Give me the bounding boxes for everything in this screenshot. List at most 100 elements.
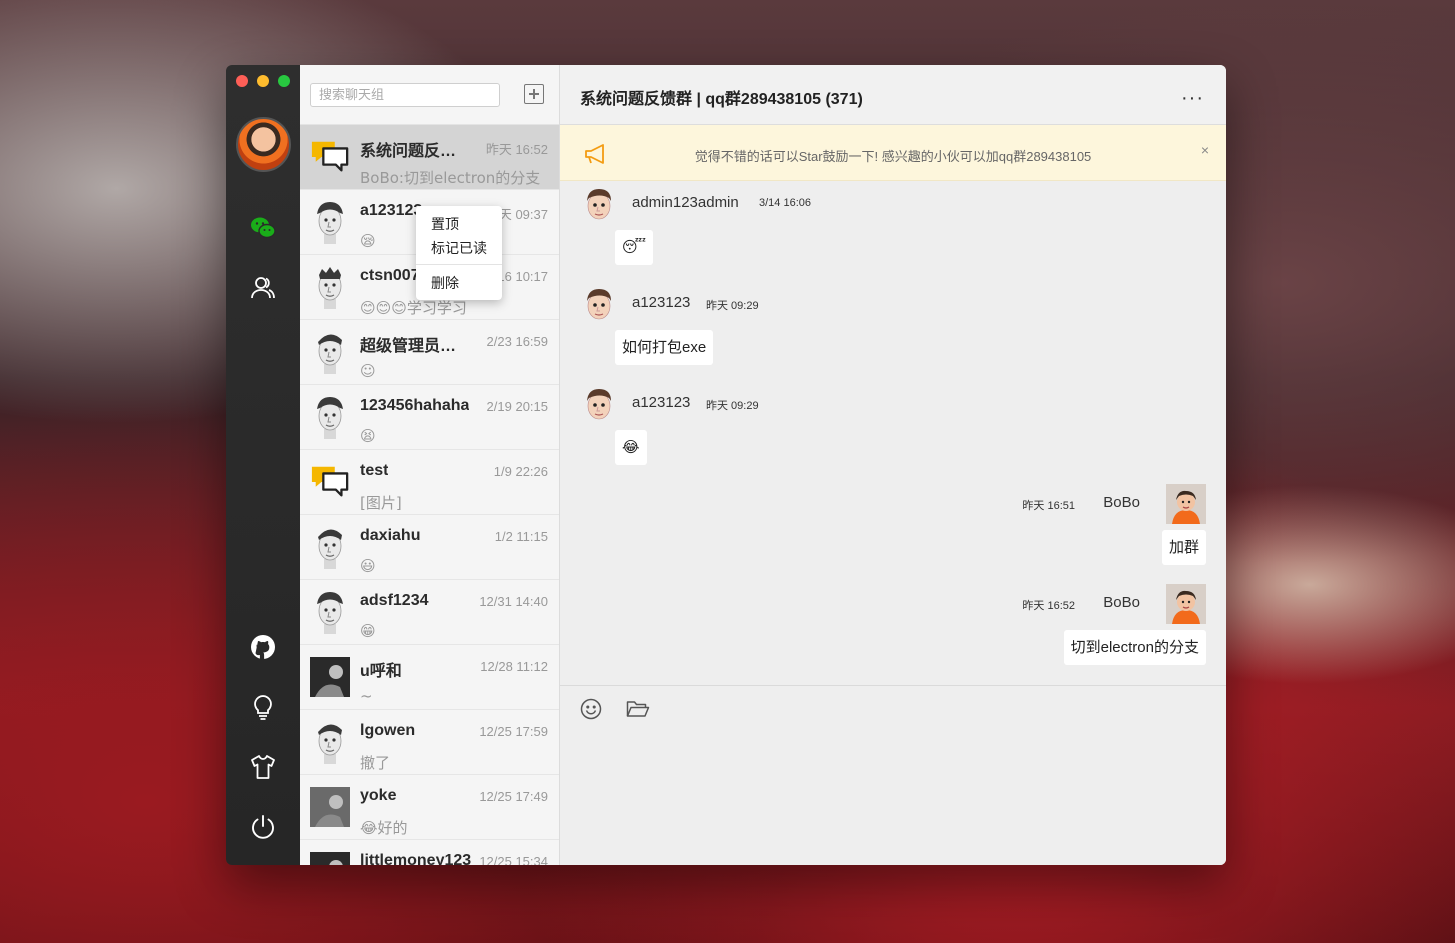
bulb-icon[interactable] — [248, 692, 278, 722]
input-area[interactable] — [560, 685, 1226, 865]
conversation-time: 1/9 22:26 — [493, 464, 548, 479]
more-options-icon[interactable]: ··· — [1181, 87, 1204, 110]
conversation-preview: 😊😊😊学习学习 — [360, 299, 467, 317]
avatar — [310, 263, 350, 311]
message-time: 昨天 09:29 — [706, 300, 759, 312]
chat-panel: 系统问题反馈群 | qq群289438105 (371) ··· 觉得不错的话可… — [560, 65, 1226, 865]
message-sender: BoBo — [1103, 594, 1140, 611]
list-item[interactable]: 系统问题反馈群 | qq群289438105 昨天 16:52 BoBo:切到ele… — [300, 125, 559, 190]
minimize-window-button[interactable] — [257, 75, 269, 87]
message-sender: BoBo — [1103, 494, 1140, 511]
maximize-window-button[interactable] — [278, 75, 290, 87]
close-window-button[interactable] — [236, 75, 248, 87]
menu-item-mark-read[interactable]: 标记已读 — [416, 236, 502, 260]
conversation-name: u呼和 — [360, 663, 402, 680]
avatar[interactable] — [580, 184, 620, 224]
sidebar-nav — [226, 65, 300, 865]
conversation-name: yoke — [360, 787, 397, 804]
conversation-name: 系统问题反馈群 | qq群289438105 — [360, 143, 472, 160]
conversation-name: 超级管理员超级管理员 — [360, 338, 472, 355]
message-bubble: 加群 — [1161, 530, 1206, 565]
avatar — [310, 328, 350, 376]
conversation-time: 2/23 16:59 — [486, 334, 548, 349]
message-sender: admin123admin — [632, 194, 739, 211]
my-avatar[interactable] — [236, 117, 291, 172]
list-item[interactable]: lgowen 12/25 17:59 撤了 — [300, 710, 559, 775]
search-input[interactable] — [310, 82, 500, 107]
message-time: 昨天 16:52 — [1022, 600, 1075, 612]
conversation-preview: BoBo:切到electron的分支 — [360, 169, 541, 187]
menu-divider — [416, 264, 502, 265]
avatar[interactable] — [580, 384, 620, 424]
github-icon[interactable] — [248, 632, 278, 662]
avatar — [310, 718, 350, 766]
list-item[interactable]: littlemoney123 12/25 15:34 — [300, 840, 559, 865]
avatar — [310, 848, 350, 865]
conversation-time: 1/2 11:15 — [494, 529, 548, 544]
add-group-button[interactable] — [524, 84, 544, 104]
avatar[interactable] — [1166, 484, 1206, 524]
chat-icon[interactable] — [248, 213, 278, 243]
emoji-icon[interactable] — [580, 698, 602, 725]
chat-title: 系统问题反馈群 | qq群289438105 (371) — [580, 91, 863, 108]
menu-item-pin[interactable]: 置顶 — [416, 212, 502, 236]
conversation-list: 系统问题反馈群 | qq群289438105 昨天 16:52 BoBo:切到ele… — [300, 65, 560, 865]
close-notice-icon[interactable]: × — [1201, 142, 1209, 158]
message-time: 3/14 16:06 — [759, 197, 811, 209]
conversation-preview: 😪 — [360, 232, 376, 250]
menu-item-delete[interactable]: 删除 — [416, 271, 502, 295]
app-window: 系统问题反馈群 | qq群289438105 昨天 16:52 BoBo:切到ele… — [226, 65, 1226, 865]
list-item[interactable]: 123456hahaha 2/19 20:15 😫 — [300, 385, 559, 450]
conversation-time: 12/25 15:34 — [479, 854, 548, 865]
list-item[interactable]: 超级管理员超级管理员 2/23 16:59 ☺ — [300, 320, 559, 385]
list-item[interactable]: u呼和 12/28 11:12 ~ — [300, 645, 559, 710]
list-item[interactable]: daxiahu 1/2 11:15 😃 — [300, 515, 559, 580]
conversation-time: 12/25 17:59 — [479, 724, 548, 739]
avatar — [310, 523, 350, 571]
shirt-icon[interactable] — [248, 752, 278, 782]
conversation-preview: 😂好的 — [360, 819, 408, 837]
conversation-name: ctsn007 — [360, 267, 420, 284]
chat-header: 系统问题反馈群 | qq群289438105 (371) ··· — [560, 65, 1226, 125]
group-chat-icon — [310, 458, 350, 506]
message-time: 昨天 16:51 — [1022, 500, 1075, 512]
group-chat-icon — [310, 133, 350, 181]
avatar[interactable] — [1166, 584, 1206, 624]
conversation-preview: ~ — [360, 687, 373, 705]
conversation-preview: 😫 — [360, 427, 376, 445]
list-header — [300, 65, 559, 125]
conversation-time: 12/25 17:49 — [479, 789, 548, 804]
conversation-time: 2/19 20:15 — [486, 399, 548, 414]
conversation-name: test — [360, 462, 389, 479]
conversation-preview: 😁 — [360, 622, 376, 640]
folder-icon[interactable] — [626, 700, 650, 723]
message-bubble: 如何打包exe — [615, 330, 714, 365]
conversation-name: adsf1234 — [360, 592, 429, 609]
avatar — [310, 393, 350, 441]
avatar — [310, 588, 350, 636]
conversation-preview: [图片] — [360, 494, 402, 512]
list-item[interactable]: test 1/9 22:26 [图片] — [300, 450, 559, 515]
conversation-name: littlemoney123 — [360, 852, 472, 865]
conversation-name: lgowen — [360, 722, 416, 739]
message-bubble: 😴 — [615, 230, 654, 265]
notice-banner: 觉得不错的话可以Star鼓励一下! 感兴趣的小伙可以加qq群289438105 … — [560, 125, 1226, 181]
avatar[interactable] — [580, 284, 620, 324]
message-time: 昨天 09:29 — [706, 400, 759, 412]
avatar — [310, 783, 350, 831]
message-sender: a123123 — [632, 394, 691, 411]
conversation-name: 123456hahaha — [360, 397, 470, 414]
list-item[interactable]: yoke 12/25 17:49 😂好的 — [300, 775, 559, 840]
conversation-name: daxiahu — [360, 527, 421, 544]
list-item[interactable]: adsf1234 12/31 14:40 😁 — [300, 580, 559, 645]
power-icon[interactable] — [248, 812, 278, 842]
message-sender: a123123 — [632, 294, 691, 311]
window-controls — [236, 75, 290, 87]
contacts-icon[interactable] — [248, 273, 278, 303]
conversation-preview: 撤了 — [360, 754, 391, 772]
avatar — [310, 198, 350, 246]
conversation-preview: 😃 — [360, 557, 376, 575]
context-menu: 置顶 标记已读 删除 — [416, 206, 502, 300]
conversation-time: 12/31 14:40 — [479, 594, 548, 609]
conversation-preview: ☺ — [360, 362, 376, 380]
